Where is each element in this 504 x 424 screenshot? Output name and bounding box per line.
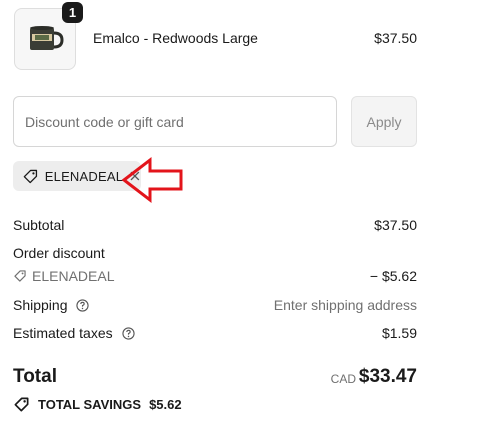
order-discount-label: Order discount xyxy=(13,245,105,261)
savings-label: TOTAL SAVINGS xyxy=(38,397,142,412)
taxes-value: $1.59 xyxy=(381,325,417,341)
savings-value: $5.62 xyxy=(149,397,182,412)
subtotal-value: $37.50 xyxy=(374,217,417,233)
quantity-badge: 1 xyxy=(62,2,83,23)
discount-value: − $5.62 xyxy=(369,268,417,284)
discount-code-row: ELENADEAL xyxy=(13,268,114,284)
tag-icon xyxy=(23,169,38,183)
total-savings: TOTAL SAVINGS $5.62 xyxy=(13,396,182,413)
shipping-value: Enter shipping address xyxy=(273,297,417,313)
product-name: Emalco - Redwoods Large xyxy=(93,30,258,46)
total-value: $33.47 xyxy=(358,366,417,387)
help-circle-icon[interactable] xyxy=(121,327,135,340)
shipping-row-label: Shipping xyxy=(13,297,90,313)
mug-image xyxy=(30,26,64,50)
product-price: $37.50 xyxy=(374,30,417,46)
discount-code-input[interactable] xyxy=(13,96,337,147)
shipping-label: Shipping xyxy=(13,297,68,313)
total-currency: CAD xyxy=(330,372,356,386)
discount-code-name: ELENADEAL xyxy=(32,268,115,284)
red-arrow-icon xyxy=(121,156,183,204)
applied-discount-code: ELENADEAL xyxy=(44,168,124,184)
tag-icon xyxy=(14,270,26,282)
subtotal-label: Subtotal xyxy=(13,217,65,233)
apply-button[interactable]: Apply xyxy=(351,96,417,147)
taxes-row-label: Estimated taxes xyxy=(13,325,135,341)
tag-icon xyxy=(14,397,29,412)
taxes-label: Estimated taxes xyxy=(13,325,113,341)
help-circle-icon[interactable] xyxy=(76,299,90,312)
total-label: Total xyxy=(13,366,57,387)
